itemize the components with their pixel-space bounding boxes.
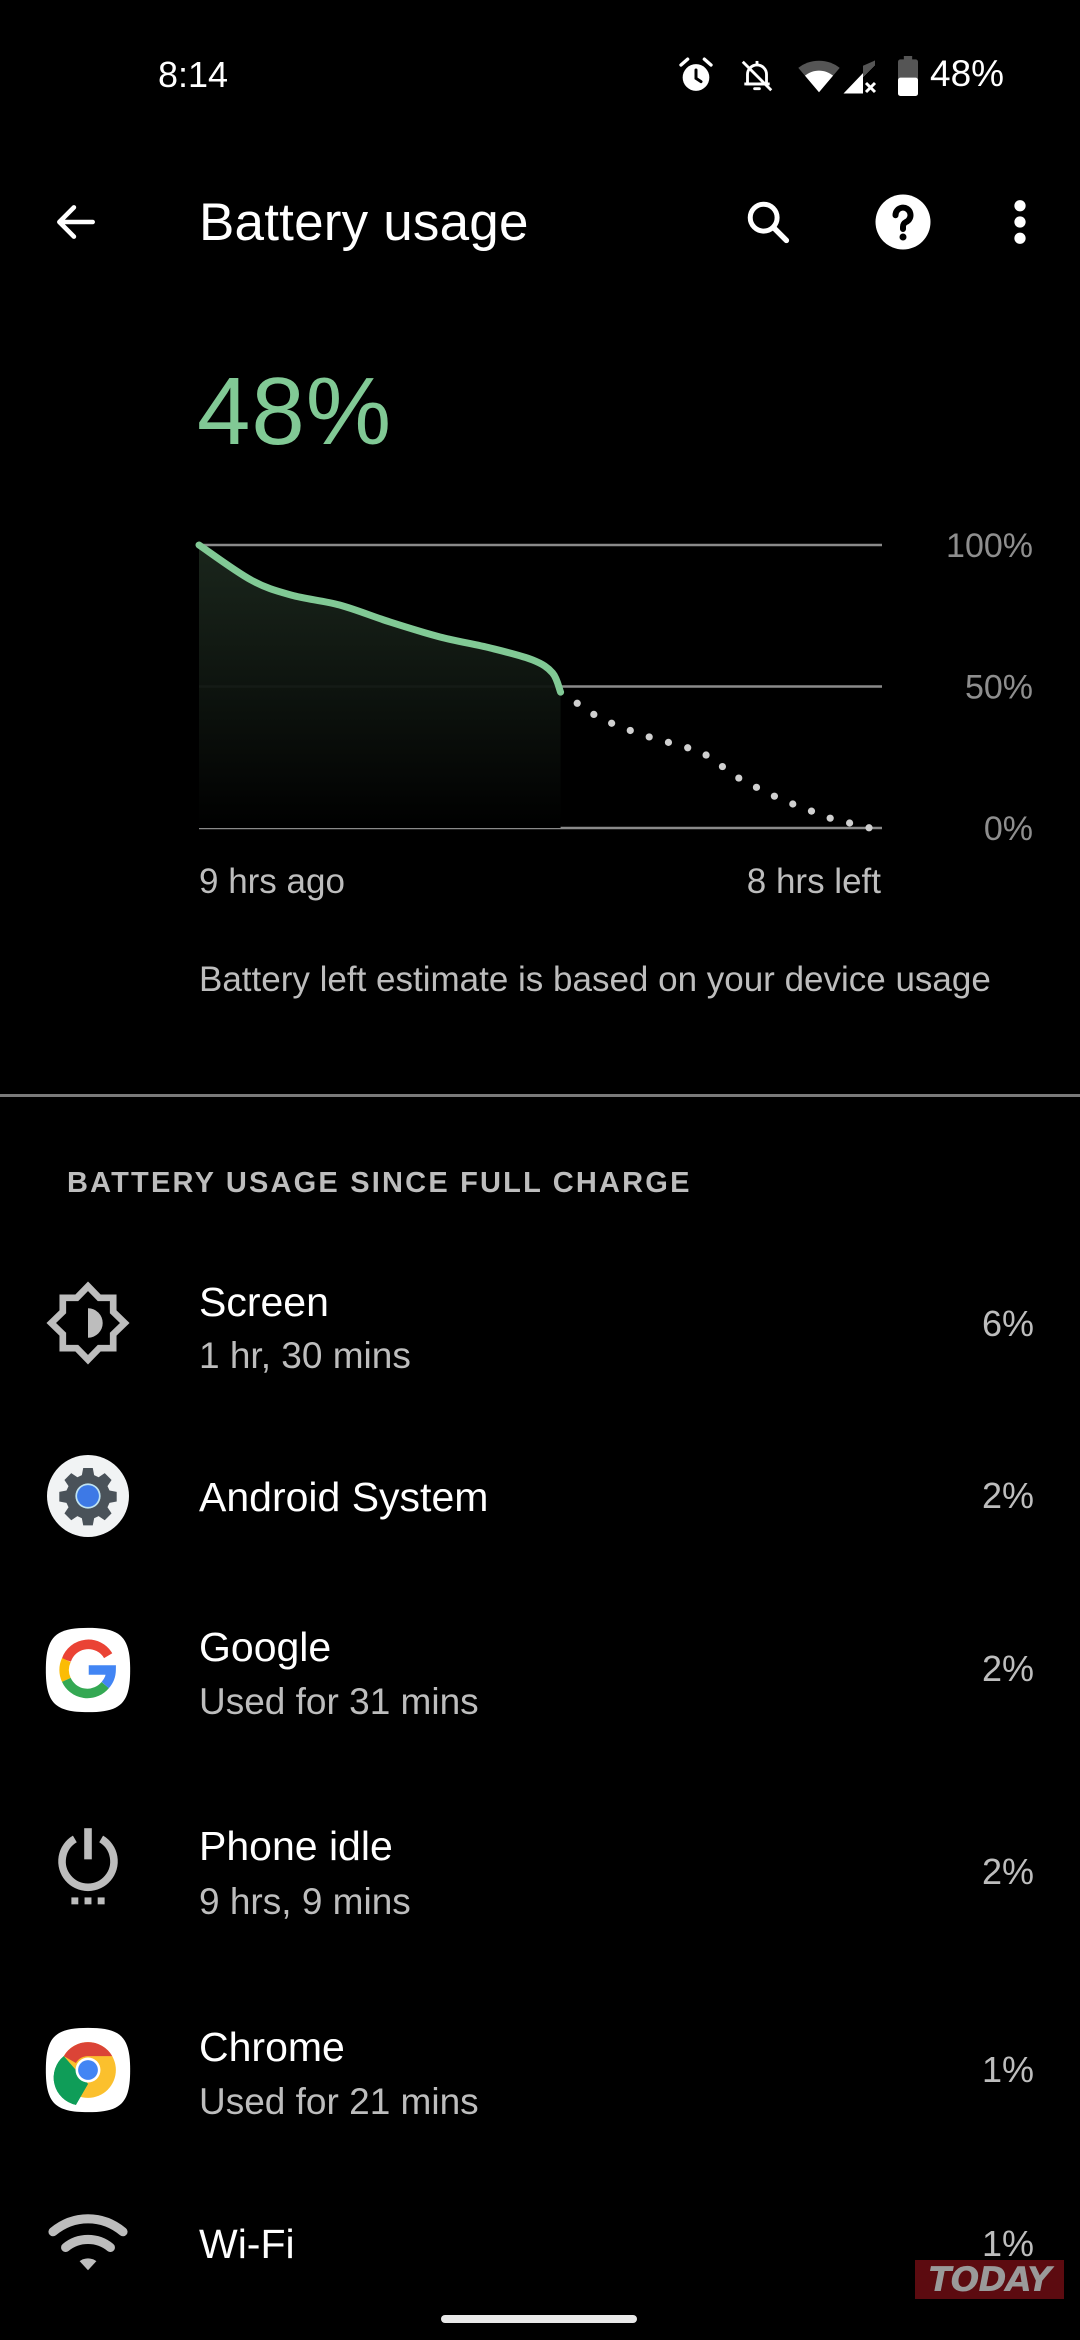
brightness-icon	[44, 1279, 132, 1367]
usage-item-title: Phone idle	[199, 1823, 393, 1869]
usage-item-title: Chrome	[199, 2024, 345, 2070]
history-area-fill	[199, 545, 561, 828]
section-divider	[0, 1094, 1080, 1097]
y-tick-label: 0%	[984, 810, 1033, 848]
usage-item-percent: 2%	[981, 1648, 1034, 1689]
projection-dot	[590, 710, 598, 719]
usage-item-subtitle: Used for 31 mins	[199, 1681, 479, 1722]
projection-dot	[752, 783, 761, 791]
usage-item-percent: 2%	[981, 1475, 1034, 1516]
projection-dot	[702, 751, 710, 759]
x-axis-end-label: 8 hrs left	[746, 862, 881, 901]
usage-item-percent: 1%	[981, 2049, 1034, 2090]
projection-dot	[718, 762, 727, 771]
usage-item-title: Wi-Fi	[199, 2221, 295, 2267]
power-idle-icon	[44, 1824, 132, 1912]
projection-dot	[845, 819, 854, 827]
usage-item-phone-idle[interactable]: Phone idle 9 hrs, 9 mins 2%	[0, 1810, 1080, 1932]
projection-dot	[789, 800, 797, 808]
usage-item-android-system[interactable]: Android System 2%	[0, 1440, 1080, 1552]
projection-dot	[826, 814, 834, 822]
projection-dot	[664, 738, 673, 746]
projection-dot	[645, 733, 653, 741]
projection-dot	[865, 824, 873, 832]
section-header: BATTERY USAGE SINCE FULL CHARGE	[67, 1167, 692, 1199]
projection-dot	[608, 719, 616, 727]
projection-dot	[684, 744, 692, 752]
y-tick-label: 100%	[946, 527, 1033, 565]
watermark: TODAY	[915, 2260, 1064, 2300]
google-icon	[44, 1626, 132, 1714]
chrome-icon	[44, 2026, 132, 2114]
usage-item-google[interactable]: Google Used for 31 mins 2%	[0, 1610, 1080, 1732]
usage-item-chrome[interactable]: Chrome Used for 21 mins 1%	[0, 2010, 1080, 2132]
projection-dot	[770, 792, 779, 800]
wifi-icon	[44, 2200, 132, 2288]
usage-item-title: Android System	[199, 1474, 489, 1520]
projection-dot	[573, 699, 581, 707]
usage-item-screen[interactable]: Screen 1 hr, 30 mins 6%	[0, 1262, 1080, 1384]
projection-dot	[735, 774, 743, 782]
x-axis-start-label: 9 hrs ago	[199, 862, 345, 901]
estimate-note: Battery left estimate is based on your d…	[199, 960, 991, 999]
android-system-gear-icon	[44, 1452, 132, 1540]
projection-dot	[626, 726, 634, 735]
y-tick-label: 50%	[965, 669, 1033, 707]
usage-item-title: Screen	[199, 1279, 329, 1325]
usage-item-subtitle: Used for 21 mins	[199, 2081, 479, 2122]
usage-item-percent: 2%	[981, 1851, 1034, 1892]
usage-item-title: Google	[199, 1624, 332, 1670]
projection-dot	[807, 807, 816, 815]
usage-item-percent: 6%	[981, 1303, 1034, 1344]
home-gesture-bar[interactable]	[441, 2315, 637, 2323]
battery-chart: 100% 50% 0%	[195, 527, 1033, 848]
usage-item-subtitle: 1 hr, 30 mins	[199, 1335, 411, 1376]
usage-item-subtitle: 9 hrs, 9 mins	[199, 1881, 411, 1922]
